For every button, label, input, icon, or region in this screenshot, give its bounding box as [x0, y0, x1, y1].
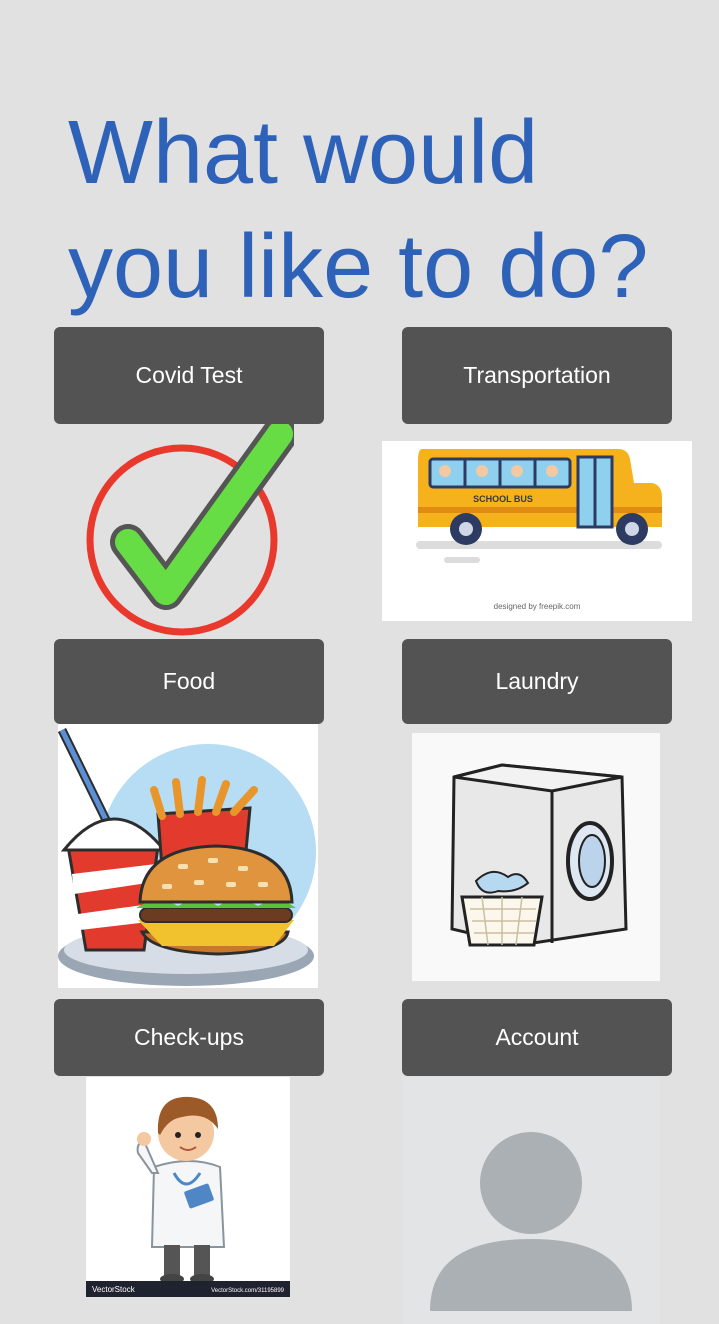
page-title: What would you like to do? — [68, 103, 649, 317]
food-button[interactable]: Food — [54, 639, 324, 724]
covid-test-button[interactable]: Covid Test — [54, 327, 324, 424]
transportation-button[interactable]: Transportation — [402, 327, 672, 424]
school-bus-icon[interactable]: SCHOOL BUS designed by freepik.com — [382, 441, 692, 621]
fast-food-icon[interactable] — [58, 724, 318, 988]
vectorstock-id: VectorStock.com/31195899 — [211, 1288, 285, 1294]
bus-image-credit: designed by freepik.com — [494, 602, 581, 611]
user-avatar-icon[interactable] — [402, 1077, 660, 1324]
account-button[interactable]: Account — [402, 999, 672, 1076]
laundry-button[interactable]: Laundry — [402, 639, 672, 724]
bus-sign-text: SCHOOL BUS — [473, 494, 533, 504]
washing-machine-icon[interactable] — [412, 733, 660, 981]
vectorstock-credit: VectorStock — [92, 1285, 136, 1294]
check-ups-button[interactable]: Check-ups — [54, 999, 324, 1076]
checkmark-in-circle-icon[interactable] — [84, 424, 294, 638]
doctor-icon[interactable]: VectorStock VectorStock.com/31195899 — [86, 1077, 290, 1297]
